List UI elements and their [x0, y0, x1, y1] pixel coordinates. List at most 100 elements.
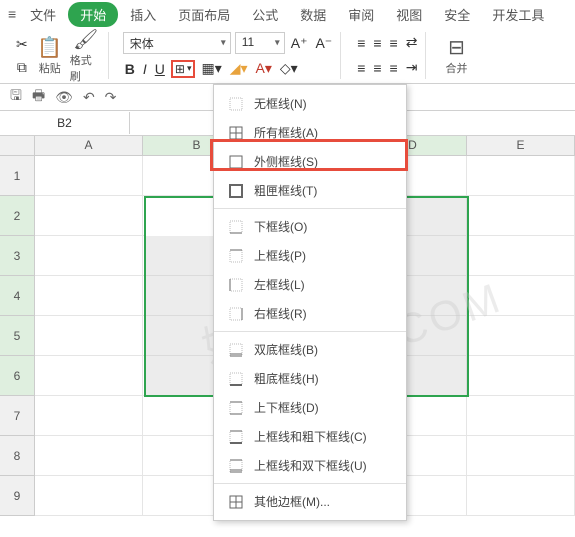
menu-review[interactable]: 审阅	[338, 1, 384, 28]
bold-icon[interactable]: B	[123, 59, 137, 79]
border-menu-label: 左框线(L)	[254, 276, 305, 293]
menu-security[interactable]: 安全	[434, 1, 480, 28]
menu-home[interactable]: 开始	[68, 2, 118, 27]
row-header[interactable]: 7	[0, 396, 35, 436]
select-all-corner[interactable]	[0, 136, 35, 156]
redo-icon[interactable]: ↷	[105, 89, 117, 106]
col-header[interactable]: A	[35, 136, 143, 156]
print-icon[interactable]: 🖶	[32, 85, 45, 109]
menu-separator	[214, 483, 406, 484]
cell[interactable]	[35, 276, 143, 316]
cell[interactable]	[467, 276, 575, 316]
left-border-icon	[228, 277, 244, 293]
border-menu-label: 粗底框线(H)	[254, 370, 319, 387]
cell[interactable]	[467, 156, 575, 196]
align-center-icon[interactable]: ≡	[371, 58, 383, 78]
cell[interactable]	[35, 396, 143, 436]
cell[interactable]	[467, 236, 575, 276]
border-menu-item[interactable]: 上框线和双下框线(U)	[214, 451, 406, 480]
border-menu-item[interactable]: 外侧框线(S)	[214, 147, 406, 176]
none-border-icon	[228, 96, 244, 112]
cell[interactable]	[35, 196, 143, 236]
border-menu-item[interactable]: 粗底框线(H)	[214, 364, 406, 393]
border-menu-item[interactable]: 粗匣框线(T)	[214, 176, 406, 205]
border-menu-item[interactable]: 右框线(R)	[214, 299, 406, 328]
cell[interactable]	[467, 196, 575, 236]
paste-button[interactable]: 📋 粘贴	[34, 35, 66, 76]
thick-bottom-border-icon	[228, 371, 244, 387]
top-dbl-bottom-border-icon	[228, 458, 244, 474]
row-header[interactable]: 9	[0, 476, 35, 516]
name-box[interactable]: B2	[0, 112, 130, 134]
highlight-icon[interactable]: ◢▾	[228, 58, 250, 79]
align-left-icon[interactable]: ≡	[355, 58, 367, 78]
align-top-icon[interactable]: ≡	[355, 33, 367, 53]
menu-view[interactable]: 视图	[386, 1, 432, 28]
undo-icon[interactable]: ↶	[83, 89, 95, 106]
italic-icon[interactable]: I	[141, 59, 149, 79]
cell[interactable]	[467, 436, 575, 476]
menu-separator	[214, 208, 406, 209]
cell[interactable]	[35, 236, 143, 276]
font-name-select[interactable]: 宋体	[123, 32, 231, 54]
cell[interactable]	[467, 476, 575, 516]
menu-file[interactable]: 文件	[20, 1, 66, 28]
menu-data[interactable]: 数据	[290, 1, 336, 28]
orientation-icon[interactable]: ⇄	[404, 32, 420, 53]
fill-color-icon[interactable]: ▦▾	[199, 58, 223, 79]
row-header[interactable]: 3	[0, 236, 35, 276]
cell[interactable]	[35, 356, 143, 396]
menu-page-layout[interactable]: 页面布局	[168, 1, 240, 28]
align-right-icon[interactable]: ≡	[388, 58, 400, 78]
cell[interactable]	[467, 316, 575, 356]
hamburger-icon[interactable]: ≡	[8, 6, 16, 22]
border-menu-item[interactable]: 上框线和粗下框线(C)	[214, 422, 406, 451]
menu-devtools[interactable]: 开发工具	[482, 1, 554, 28]
cell[interactable]	[35, 316, 143, 356]
format-painter-button[interactable]: 🖌 格式刷	[70, 27, 102, 84]
menu-insert[interactable]: 插入	[120, 1, 166, 28]
row-header[interactable]: 6	[0, 356, 35, 396]
decrease-font-icon[interactable]: A⁻	[313, 33, 334, 54]
save-icon[interactable]: 🖫	[10, 85, 22, 109]
row-header[interactable]: 8	[0, 436, 35, 476]
align-bottom-icon[interactable]: ≡	[388, 33, 400, 53]
cell[interactable]	[35, 436, 143, 476]
increase-font-icon[interactable]: A⁺	[289, 33, 310, 54]
col-header[interactable]: E	[467, 136, 575, 156]
cell[interactable]	[35, 156, 143, 196]
row-header[interactable]: 5	[0, 316, 35, 356]
cell[interactable]	[467, 356, 575, 396]
border-menu-label: 上框线和双下框线(U)	[254, 457, 367, 474]
border-dropdown-highlighted[interactable]: ⊞ ▾	[171, 60, 196, 78]
indent-icon[interactable]: ⇥	[404, 57, 420, 78]
border-menu-item[interactable]: 左框线(L)	[214, 270, 406, 299]
border-menu-label: 无框线(N)	[254, 95, 307, 112]
right-border-icon	[228, 306, 244, 322]
merge-label: 合并	[445, 60, 467, 76]
clear-format-icon[interactable]: ◇▾	[278, 58, 300, 79]
align-middle-icon[interactable]: ≡	[371, 33, 383, 53]
border-menu-item[interactable]: 双底框线(B)	[214, 335, 406, 364]
cell[interactable]	[467, 396, 575, 436]
row-header[interactable]: 4	[0, 276, 35, 316]
cell[interactable]	[35, 476, 143, 516]
border-menu-label: 右框线(R)	[254, 305, 307, 322]
border-menu-item[interactable]: 上下框线(D)	[214, 393, 406, 422]
merge-button[interactable]: ⊟ 合并	[440, 35, 472, 76]
border-menu-item[interactable]: 所有框线(A)	[214, 118, 406, 147]
border-menu-item[interactable]: 上框线(P)	[214, 241, 406, 270]
cut-icon[interactable]: ✂	[14, 34, 30, 55]
row-header[interactable]: 1	[0, 156, 35, 196]
border-menu-item[interactable]: 其他边框(M)...	[214, 487, 406, 516]
font-size-select[interactable]: 11	[235, 32, 285, 54]
preview-icon[interactable]: 👁	[55, 89, 73, 106]
menu-formula[interactable]: 公式	[242, 1, 288, 28]
copy-icon[interactable]: ⧉	[15, 57, 29, 78]
brush-icon: 🖌	[73, 27, 98, 52]
row-header[interactable]: 2	[0, 196, 35, 236]
underline-icon[interactable]: U	[153, 59, 167, 79]
border-menu-item[interactable]: 下框线(O)	[214, 212, 406, 241]
border-menu-item[interactable]: 无框线(N)	[214, 89, 406, 118]
font-color-icon[interactable]: A▾	[254, 58, 274, 79]
